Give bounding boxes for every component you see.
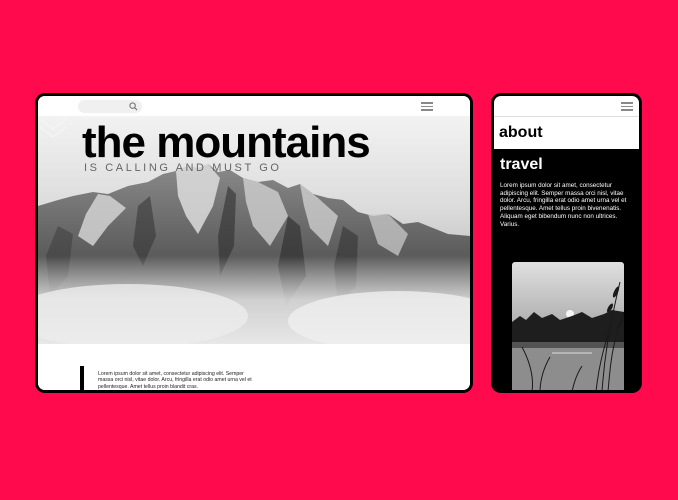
- phone-screen: about travel Lorem ipsum dolor sit amet,…: [494, 96, 639, 390]
- hamburger-menu-icon[interactable]: [421, 102, 433, 111]
- about-heading: about: [499, 124, 543, 141]
- tablet-body-text: Lorem ipsum dolor sit amet, consectetur …: [98, 371, 252, 390]
- accent-bar: [80, 366, 84, 390]
- hero-subtitle: IS CALLING AND MUST GO: [84, 162, 282, 174]
- search-field[interactable]: [78, 100, 142, 113]
- lake-photo: [512, 262, 624, 390]
- tablet-screen: the mountains IS CALLING AND MUST GO Lor…: [38, 96, 470, 390]
- travel-heading: travel: [500, 156, 543, 173]
- hamburger-menu-icon[interactable]: [621, 102, 633, 111]
- tablet-top-bar: [38, 96, 470, 116]
- phone-body-text: Lorem ipsum dolor sit amet, consectetur …: [500, 182, 627, 228]
- hero-section: the mountains IS CALLING AND MUST GO: [38, 116, 470, 344]
- double-chevron-down-icon[interactable]: [38, 116, 68, 140]
- search-icon[interactable]: [129, 102, 138, 111]
- phone-top-bar: [494, 96, 639, 116]
- hero-title: the mountains: [82, 118, 371, 167]
- phone-mockup: about travel Lorem ipsum dolor sit amet,…: [491, 93, 642, 393]
- tablet-mockup: the mountains IS CALLING AND MUST GO Lor…: [35, 93, 473, 393]
- tablet-content-section: Lorem ipsum dolor sit amet, consectetur …: [38, 344, 470, 390]
- about-section: about: [494, 116, 639, 149]
